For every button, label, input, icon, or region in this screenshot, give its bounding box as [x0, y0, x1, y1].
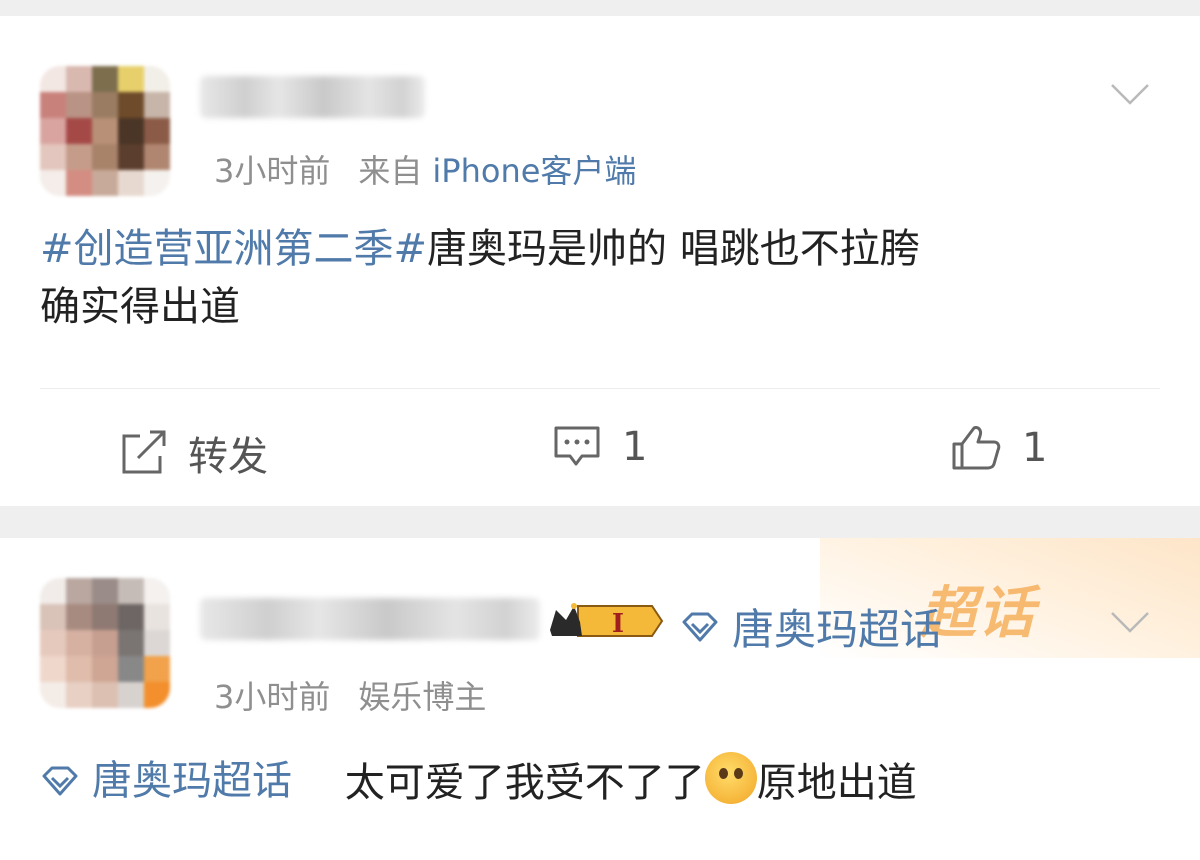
post-body-text: 唐奥玛是帅的 唱跳也不拉胯	[427, 226, 920, 272]
supertopic-diamond-icon	[42, 766, 78, 796]
source-prefix: 来自	[358, 152, 423, 190]
post-meta: 3小时前 娱乐博主	[214, 672, 486, 718]
repost-label: 转发	[188, 434, 268, 480]
post-time: 3小时前	[214, 678, 331, 716]
repost-icon	[122, 430, 166, 474]
source-client[interactable]: iPhone客户端	[432, 152, 636, 190]
comment-icon	[554, 426, 600, 466]
supertopic-inline-name: 唐奥玛超话	[92, 758, 292, 804]
pleading-emoji-icon	[704, 752, 757, 804]
avatar-blurred[interactable]	[40, 66, 170, 196]
post-card-2[interactable]: 超话 I 唐奥玛超话 3小时前 娱乐博主 唐奥玛超话 太可爱了我受不了了 原地出…	[0, 538, 1200, 860]
username-blurred[interactable]	[200, 598, 540, 640]
post-body-text: 太可爱了我受不了了	[344, 760, 705, 806]
like-count: 1	[1022, 425, 1048, 471]
comment-button[interactable]: 1	[552, 424, 647, 470]
hashtag-link[interactable]: #创造营亚洲第二季#	[40, 226, 427, 272]
comment-count: 1	[622, 424, 648, 470]
post-body-line2: 确实得出道	[40, 284, 240, 330]
supertopic-inline-link[interactable]: 唐奥玛超话	[40, 752, 292, 810]
badge-level: I	[612, 609, 624, 639]
post-body: #创造营亚洲第二季#唐奥玛是帅的 唱跳也不拉胯 确实得出道	[40, 220, 1140, 336]
username-blurred[interactable]	[200, 76, 425, 118]
repost-button[interactable]: 转发	[118, 424, 268, 482]
author-role: 娱乐博主	[358, 678, 487, 716]
avatar-blurred[interactable]	[40, 578, 170, 708]
badge-level-text: I	[612, 609, 624, 639]
like-button[interactable]: 1	[950, 424, 1047, 472]
post-body: 唐奥玛超话 太可爱了我受不了了 原地出道	[40, 752, 1140, 812]
post-time: 3小时前	[214, 152, 331, 190]
post-body-tail: 原地出道	[756, 760, 917, 806]
post-meta: 3小时前 来自 iPhone客户端	[214, 146, 636, 192]
action-divider	[40, 388, 1160, 389]
chevron-down-icon[interactable]	[1110, 610, 1150, 634]
post-card-1[interactable]: 3小时前 来自 iPhone客户端 #创造营亚洲第二季#唐奥玛是帅的 唱跳也不拉胯 …	[0, 16, 1200, 506]
supertopic-diamond-icon	[682, 612, 718, 641]
supertopic-name: 唐奥玛超话	[732, 605, 943, 654]
chevron-down-icon[interactable]	[1110, 82, 1150, 106]
like-icon	[952, 426, 1001, 470]
supertopic-link[interactable]: 唐奥玛超话	[680, 596, 942, 657]
